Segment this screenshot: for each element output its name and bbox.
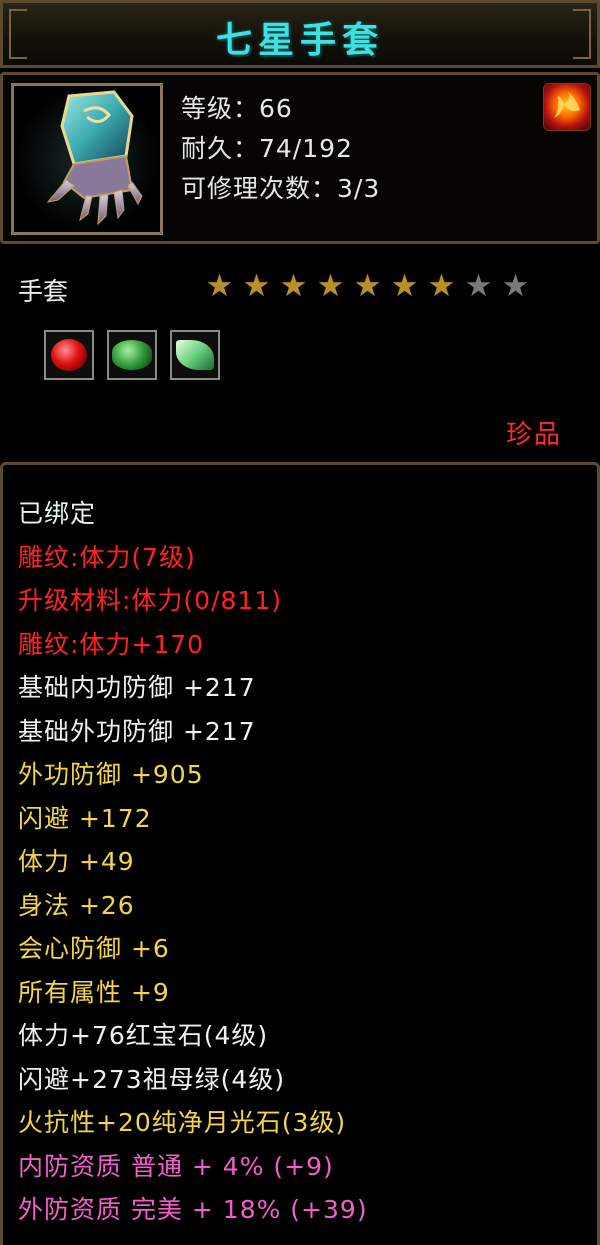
moonstone-gem-icon[interactable] [170, 330, 220, 380]
star-filled-icon: ★ [353, 268, 382, 304]
durability-stat: 耐久：74/192 [181, 134, 353, 163]
outer-defense-quality: 外防资质 完美 + 18% (+39) [18, 1195, 368, 1224]
gem-sockets [44, 330, 220, 380]
star-filled-icon: ★ [242, 268, 271, 304]
all-attributes-stat: 所有属性 +9 [18, 977, 170, 1007]
stamina-stat: 体力 +49 [18, 847, 135, 876]
emerald-gem-icon[interactable] [107, 330, 157, 380]
crit-defense-stat: 会心防御 +6 [18, 934, 170, 963]
upgrade-material: 升级材料:体力(0/811) [18, 586, 282, 615]
engrave-attribute: 雕纹:体力(7级) [18, 542, 196, 572]
outer-defense: 外功防御 +905 [18, 760, 204, 789]
star-empty-icon: ★ [464, 268, 493, 304]
fire-seal-icon[interactable] [543, 83, 591, 131]
star-filled-icon: ★ [390, 268, 419, 304]
gauntlet-icon[interactable] [11, 83, 163, 235]
gem-bonus-emerald: 闪避+273祖母绿(4级) [18, 1064, 286, 1094]
gem-bonus-moonstone: 火抗性+20纯净月光石(3级) [18, 1108, 347, 1137]
agility-stat: 身法 +26 [18, 890, 135, 920]
star-rating: ★ ★ ★ ★ ★ ★ ★ ★ ★ [203, 270, 532, 303]
item-title: 七星手套 [215, 19, 384, 61]
star-filled-icon: ★ [279, 268, 308, 304]
inner-defense-quality: 内防资质 普通 + 4% (+9) [18, 1151, 334, 1181]
gem-bonus-ruby: 体力+76红宝石(4级) [18, 1021, 269, 1050]
item-type-label: 手套 [18, 277, 69, 306]
title-bar: 七星手套 [0, 0, 600, 68]
ruby-gem-icon[interactable] [44, 330, 94, 380]
attribute-list: 已绑定 雕纹:体力(7级) 升级材料:体力(0/811) 雕纹:体力+170 基… [18, 492, 368, 1232]
bound-status: 已绑定 [18, 499, 97, 528]
star-filled-icon: ★ [205, 268, 234, 304]
star-empty-icon: ★ [501, 268, 530, 304]
star-filled-icon: ★ [427, 268, 456, 304]
base-inner-defense: 基础内功防御 +217 [18, 673, 256, 702]
dodge-stat: 闪避 +172 [18, 803, 152, 833]
repair-count-stat: 可修理次数：3/3 [181, 174, 381, 203]
base-outer-defense: 基础外功防御 +217 [18, 716, 256, 746]
item-header-panel: 等级：66 耐久：74/192 可修理次数：3/3 [0, 72, 600, 244]
rarity-label: 珍品 [505, 420, 562, 450]
level-stat: 等级：66 [181, 94, 293, 123]
star-filled-icon: ★ [316, 268, 345, 304]
engrave-bonus: 雕纹:体力+170 [18, 629, 205, 659]
